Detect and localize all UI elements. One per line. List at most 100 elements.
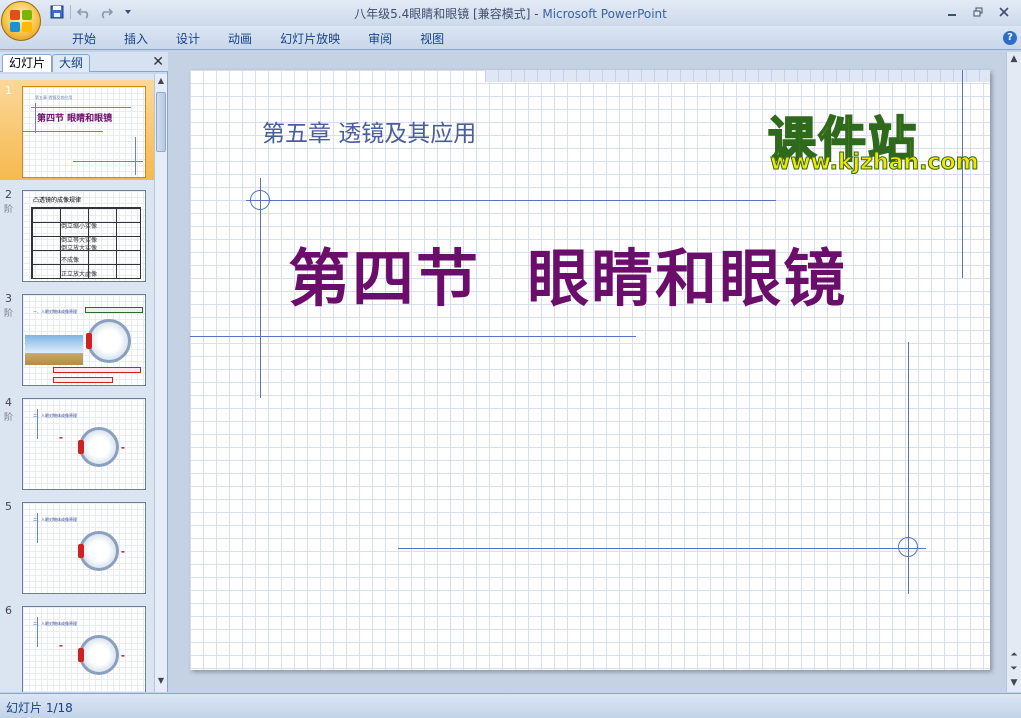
decor-line-horizontal bbox=[190, 336, 636, 337]
thumbnail-label: ▬ bbox=[59, 643, 63, 648]
previous-slide-icon[interactable]: ⏶ bbox=[1008, 650, 1020, 662]
thumbnail-heading: 一、人眼对物体成像原理 bbox=[33, 309, 77, 314]
ribbon-tabs: 开始 插入 设计 动画 幻灯片放映 审阅 视图 bbox=[58, 30, 458, 48]
thumbnail-line bbox=[23, 131, 103, 132]
watermark-url: www.kjzhan.com bbox=[770, 150, 980, 176]
scroll-down-icon[interactable]: ▼ bbox=[1008, 678, 1020, 690]
thumbnail-slide-5[interactable]: 5 二、人眼对物体成像原理 ▬ bbox=[0, 496, 154, 596]
close-window-icon[interactable] bbox=[991, 2, 1017, 22]
thumbnail-box bbox=[53, 367, 141, 373]
thumbnail-list: 1 第五章 透镜及其应用 第四节 眼睛和眼镜 2 阶 凸透镜的成像规律 倒立缩小… bbox=[0, 74, 154, 692]
next-slide-icon[interactable]: ⏷ bbox=[1008, 664, 1020, 676]
tab-slide-show[interactable]: 幻灯片放映 bbox=[266, 30, 354, 48]
animation-marker: 阶 bbox=[4, 413, 14, 423]
tab-view[interactable]: 视图 bbox=[406, 30, 458, 48]
thumbnail-line bbox=[73, 161, 143, 162]
thumbnail-cell: 正立放大虚像 bbox=[61, 271, 98, 278]
scroll-up-icon[interactable]: ▲ bbox=[155, 76, 167, 90]
slide-counter: 幻灯片 1/18 bbox=[6, 701, 73, 715]
thumbnail-slide-1[interactable]: 1 第五章 透镜及其应用 第四节 眼睛和眼镜 bbox=[0, 80, 154, 180]
eye-diagram-icon bbox=[78, 427, 119, 467]
tab-animations[interactable]: 动画 bbox=[214, 30, 266, 48]
eye-diagram-icon bbox=[78, 635, 119, 675]
thumbnail-preview: 第五章 透镜及其应用 第四节 眼睛和眼镜 bbox=[22, 86, 146, 178]
office-logo-icon bbox=[10, 10, 32, 32]
tab-slides[interactable]: 幻灯片 bbox=[2, 54, 53, 72]
thumbnail-line bbox=[37, 409, 38, 439]
window-controls bbox=[939, 2, 1017, 22]
tab-design[interactable]: 设计 bbox=[162, 30, 214, 48]
slide-canvas[interactable]: 第五章 透镜及其应用 第四节 眼睛和眼镜 课件站 www.kjzhan.com bbox=[190, 70, 990, 670]
thumbnail-number: 4 bbox=[5, 396, 12, 409]
thumbnail-cell: 倒立放大实像 bbox=[61, 245, 98, 252]
slide-title[interactable]: 第四节 眼睛和眼镜 bbox=[288, 228, 847, 318]
slides-panel: 幻灯片 大纲 ✕ 1 第五章 透镜及其应用 第四节 眼睛和眼镜 2 阶 凸透镜的… bbox=[0, 52, 168, 692]
tab-home[interactable]: 开始 bbox=[58, 30, 110, 48]
decor-line-horizontal bbox=[246, 200, 776, 201]
thumbnail-box bbox=[85, 307, 143, 313]
thumbnail-line bbox=[31, 107, 131, 108]
panel-scrollbar[interactable]: ▲ ▼ bbox=[154, 74, 167, 692]
thumbnail-slide-6[interactable]: 6 二、人眼对物体成像原理 ▬ ▬ bbox=[0, 600, 154, 692]
thumbnail-preview: 二、人眼对物体成像原理 ▬ bbox=[22, 502, 146, 594]
thumbnail-number: 5 bbox=[5, 500, 12, 513]
thumbnail-cell: 倒立缩小实像 bbox=[61, 223, 98, 230]
tab-insert[interactable]: 插入 bbox=[110, 30, 162, 48]
thumbnail-number: 1 bbox=[5, 84, 12, 97]
thumbnail-preview: 二、人眼对物体成像原理 ▬ ▬ bbox=[22, 398, 146, 490]
thumbnail-slide-4[interactable]: 4 阶 二、人眼对物体成像原理 ▬ ▬ bbox=[0, 392, 154, 492]
thumbnail-slide-3[interactable]: 3 阶 一、人眼对物体成像原理 bbox=[0, 288, 154, 388]
thumbnail-cell: 不成像 bbox=[61, 257, 80, 264]
close-panel-icon[interactable]: ✕ bbox=[152, 54, 164, 70]
decor-line-vertical bbox=[260, 178, 261, 398]
thumbnail-heading: 凸透镜的成像规律 bbox=[33, 197, 82, 204]
minimize-icon[interactable] bbox=[939, 2, 965, 22]
thumbnail-line bbox=[37, 617, 38, 647]
thumbnail-scene bbox=[25, 335, 83, 365]
decor-line-horizontal bbox=[398, 548, 926, 549]
thumbnail-heading: 二、人眼对物体成像原理 bbox=[33, 517, 77, 522]
thumbnail-number: 3 bbox=[5, 292, 12, 305]
thumbnail-heading: 二、人眼对物体成像原理 bbox=[33, 621, 77, 626]
thumbnail-label: ▬ bbox=[121, 445, 125, 450]
scroll-up-icon[interactable]: ▲ bbox=[1008, 54, 1020, 66]
title-bar: 八年级5.4眼睛和眼镜 [兼容模式] - Microsoft PowerPoin… bbox=[0, 0, 1021, 26]
thumbnail-heading: 二、人眼对物体成像原理 bbox=[33, 413, 77, 418]
thumbnail-label: ▬ bbox=[121, 549, 125, 554]
thumbnail-number: 6 bbox=[5, 604, 12, 617]
app-name: Microsoft PowerPoint bbox=[542, 7, 667, 21]
thumbnail-subtitle: 第五章 透镜及其应用 bbox=[35, 95, 73, 100]
scroll-down-icon[interactable]: ▼ bbox=[155, 676, 167, 690]
eye-diagram-icon bbox=[78, 531, 119, 571]
thumbnail-line bbox=[35, 103, 36, 133]
decor-circle bbox=[250, 190, 270, 210]
document-title: 八年级5.4眼睛和眼镜 [兼容模式] - bbox=[354, 7, 543, 21]
tab-outline[interactable]: 大纲 bbox=[52, 54, 91, 72]
watermark-logo: 课件站 www.kjzhan.com bbox=[767, 100, 990, 178]
thumbnail-line bbox=[135, 137, 136, 175]
top-decor-band bbox=[485, 70, 990, 82]
ribbon: 开始 插入 设计 动画 幻灯片放映 审阅 视图 ? bbox=[0, 26, 1021, 50]
thumbnail-line bbox=[37, 513, 38, 543]
thumbnail-label: ▬ bbox=[59, 435, 63, 440]
scroll-thumb[interactable] bbox=[156, 92, 166, 152]
animation-marker: 阶 bbox=[4, 205, 14, 215]
thumbnail-preview: 凸透镜的成像规律 倒立缩小实像 倒立等大实像 倒立放大实像 不成像 正立放大虚像 bbox=[22, 190, 146, 282]
thumbnail-slide-2[interactable]: 2 阶 凸透镜的成像规律 倒立缩小实像 倒立等大实像 倒立放大实像 不成像 正立… bbox=[0, 184, 154, 284]
thumbnail-title: 第四节 眼睛和眼镜 bbox=[37, 114, 113, 124]
editor-scrollbar[interactable]: ▲ ⏶ ⏷ ▼ bbox=[1006, 52, 1021, 692]
tab-review[interactable]: 审阅 bbox=[354, 30, 406, 48]
slide-subtitle[interactable]: 第五章 透镜及其应用 bbox=[262, 114, 476, 148]
thumbnail-preview: 一、人眼对物体成像原理 bbox=[22, 294, 146, 386]
window-title: 八年级5.4眼睛和眼镜 [兼容模式] - Microsoft PowerPoin… bbox=[0, 5, 1021, 22]
thumbnail-number: 2 bbox=[5, 188, 12, 201]
thumbnail-label: ▬ bbox=[121, 653, 125, 658]
decor-circle bbox=[898, 537, 918, 557]
office-button[interactable] bbox=[1, 1, 41, 41]
animation-marker: 阶 bbox=[4, 309, 14, 319]
help-icon[interactable]: ? bbox=[1003, 31, 1017, 45]
restore-icon[interactable] bbox=[965, 2, 991, 22]
thumbnail-box bbox=[53, 377, 113, 383]
thumbnail-preview: 二、人眼对物体成像原理 ▬ ▬ bbox=[22, 606, 146, 692]
status-bar: 幻灯片 1/18 bbox=[0, 693, 1021, 718]
